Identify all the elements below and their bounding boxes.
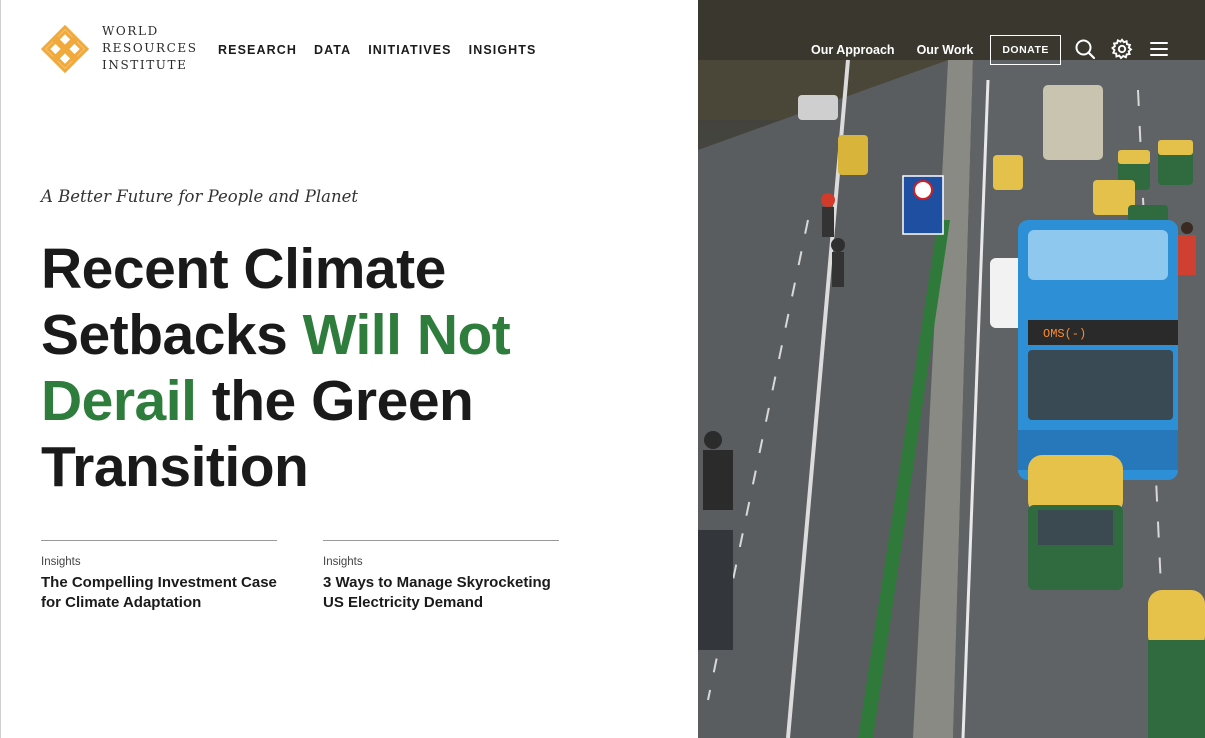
search-icon[interactable] <box>1074 38 1096 60</box>
hero-photo: OMS(-) <box>698 0 1205 738</box>
logo-line-3: INSTITUTE <box>102 58 188 72</box>
top-nav: Our Approach Our Work DONATE <box>811 35 1061 65</box>
nav-initiatives[interactable]: INITIATIVES <box>368 43 451 57</box>
article-card[interactable]: Insights The Compelling Investment Case … <box>41 540 277 613</box>
nav-our-approach[interactable]: Our Approach <box>811 43 895 57</box>
main-nav: RESEARCH DATA INITIATIVES INSIGHTS <box>218 43 536 57</box>
bus-destination-sign: OMS(-) <box>1043 327 1086 341</box>
card-category: Insights <box>41 556 81 568</box>
card-category: Insights <box>323 556 363 568</box>
street-traffic-image: OMS(-) <box>698 0 1205 738</box>
gear-icon[interactable] <box>1111 38 1133 60</box>
card-title[interactable]: The Compelling Investment Case for Clima… <box>41 573 277 613</box>
wri-logo[interactable]: WORLD RESOURCES INSTITUTE <box>41 23 198 74</box>
donate-button[interactable]: DONATE <box>990 35 1061 65</box>
hero-tagline: A Better Future for People and Planet <box>41 187 359 206</box>
wri-knot-icon <box>41 24 89 73</box>
left-panel: WORLD RESOURCES INSTITUTE RESEARCH DATA … <box>0 0 698 738</box>
nav-research[interactable]: RESEARCH <box>218 43 297 57</box>
nav-insights[interactable]: INSIGHTS <box>469 43 537 57</box>
nav-data[interactable]: DATA <box>314 43 351 57</box>
article-card[interactable]: Insights 3 Ways to Manage Skyrocketing U… <box>323 540 559 613</box>
hero-headline[interactable]: Recent Climate Setbacks Will Not Derail … <box>41 236 601 500</box>
logo-line-1: WORLD <box>102 24 159 38</box>
hamburger-menu-icon[interactable] <box>1148 38 1170 60</box>
logo-line-2: RESOURCES <box>102 41 198 55</box>
nav-our-work[interactable]: Our Work <box>917 43 974 57</box>
card-title[interactable]: 3 Ways to Manage Skyrocketing US Electri… <box>323 573 559 613</box>
logo-wordmark: WORLD RESOURCES INSTITUTE <box>102 23 198 74</box>
